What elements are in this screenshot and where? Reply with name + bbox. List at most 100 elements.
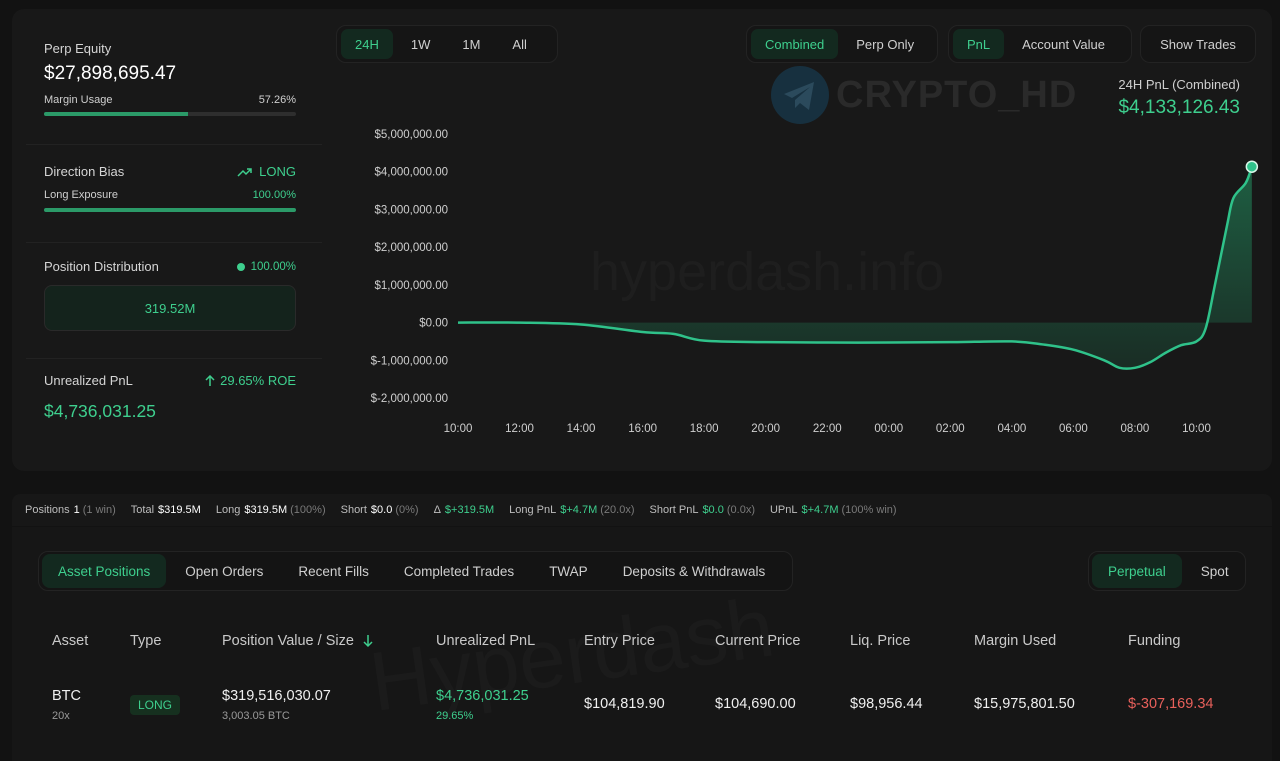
telegram-icon [771,66,829,124]
tab-twap[interactable]: TWAP [533,554,604,588]
metric-account-value[interactable]: Account Value [1008,29,1119,59]
roe-badge: 29.65% ROE [205,373,296,388]
position-value: $319,516,030.07 [222,688,331,704]
pnl-area [458,166,1252,369]
perp-equity-value: $27,898,695.47 [44,63,177,84]
x-tick-label: 10:00 [444,423,473,435]
x-tick-label: 00:00 [874,423,903,435]
stat-value: $+4.7M [560,504,598,516]
timeframe-24h[interactable]: 24H [341,29,393,59]
y-tick-label: $-2,000,000.00 [371,393,448,405]
divider [26,242,322,243]
tab-asset-positions[interactable]: Asset Positions [42,554,167,588]
position-type-badge: LONG [130,695,181,715]
arrow-up-icon [205,374,215,386]
tab-spot[interactable]: Spot [1185,554,1245,588]
entry-price: $104,819.90 [584,696,665,712]
col-header-position-value[interactable]: Position Value / Size [222,633,374,649]
stat-item: Short $0.0 (0%) [341,504,419,516]
stat-value: $+4.7M [801,504,839,516]
row-unrealized-pnl: $4,736,031.25 [436,688,529,704]
col-header-current-price[interactable]: Current Price [715,633,800,649]
stat-label: Δ [433,504,441,516]
margin-usage-bar [44,112,296,116]
position-distribution-total: 319.52M [144,300,196,316]
stat-item: Δ $+319.5M [434,504,495,516]
timeframe-1w[interactable]: 1W [397,29,445,59]
y-tick-label: $3,000,000.00 [374,204,448,216]
timeframe-all[interactable]: All [498,29,540,59]
position-distribution-label: Position Distribution [44,259,159,274]
stat-note: (0%) [395,504,419,516]
tab-open-orders[interactable]: Open Orders [169,554,279,588]
direction-bias-label: Direction Bias [44,164,125,179]
col-header-funding[interactable]: Funding [1128,633,1180,649]
stat-label: Long [215,504,241,516]
asset-leverage: 20x [52,710,70,722]
x-tick-label: 18:00 [690,423,719,435]
col-header-unrealized-pnl[interactable]: Unrealized PnL [436,633,535,649]
y-tick-label: $2,000,000.00 [374,242,448,254]
col-header-asset[interactable]: Asset [52,633,88,649]
stat-item: UPnL $+4.7M (100% win) [770,504,897,516]
watermark-logo-text: CRYPTO_HD [836,73,1078,116]
tab-completed-trades[interactable]: Completed Trades [388,554,530,588]
stat-value: $0.0 [702,504,724,516]
positions-stats-bar: Positions 1 (1 win) Total $319.5M Long $319.5M… [12,494,1272,526]
x-tick-label: 14:00 [567,423,596,435]
y-tick-label: $1,000,000.00 [374,280,448,292]
stat-note: (100% win) [841,504,897,516]
mode-perp-only[interactable]: Perp Only [842,29,928,59]
show-trades-button[interactable]: Show Trades [1140,25,1256,63]
unrealized-pnl-value: $4,736,031.25 [44,401,156,421]
current-price: $104,690.00 [715,696,796,712]
y-tick-label: $-1,000,000.00 [371,355,448,367]
funding: $-307,169.34 [1128,696,1214,712]
arrow-down-icon [363,635,373,648]
x-tick-label: 16:00 [628,423,657,435]
trend-up-icon [237,167,252,177]
col-header-margin-used[interactable]: Margin Used [974,633,1056,649]
position-size: 3,003.05 BTC [222,710,290,722]
row-unrealized-pct: 29.65% [436,710,474,722]
mode-combined[interactable]: Combined [751,29,839,59]
dot-icon [236,262,245,271]
margin-used: $15,975,801.50 [974,696,1075,712]
perp-equity-label: Perp Equity [44,41,112,56]
position-distribution-badge: 100.00% [236,260,296,273]
stat-label: Short PnL [649,504,699,516]
liq-price: $98,956.44 [850,696,923,712]
tab-perpetual[interactable]: Perpetual [1092,554,1182,588]
pnl-chart: $5,000,000.00 $4,000,000.00 $3,000,000.00 $… [371,129,1259,435]
y-tick-label: $0.00 [419,318,448,330]
stat-item: Long $319.5M (100%) [216,504,326,516]
stat-note: (100%) [290,504,326,516]
col-header-position-value-label: Position Value / Size [222,633,354,649]
asset-name: BTC [52,688,81,704]
tab-deposits-withdrawals[interactable]: Deposits & Withdrawals [607,554,782,588]
timeframe-1m[interactable]: 1M [448,29,494,59]
y-tick-label: $4,000,000.00 [374,167,448,179]
stat-value: $0.0 [370,504,393,516]
col-header-type[interactable]: Type [130,633,161,649]
unrealized-pnl-roe: 29.65% ROE [220,373,296,388]
stat-value: $+319.5M [444,504,495,516]
metric-pnl[interactable]: PnL [953,29,1005,59]
stat-note: (1 win) [82,504,116,516]
show-trades-label: Show Trades [1160,36,1236,52]
col-header-liq-price[interactable]: Liq. Price [850,633,910,649]
metric-selector: PnL Account Value [948,25,1132,63]
stat-item: Long PnL $+4.7M (20.0x) [509,504,634,516]
divider [26,144,322,145]
stat-label: Positions [25,504,70,516]
direction-bias-value: LONG [259,164,296,179]
tab-recent-fills[interactable]: Recent Fills [282,554,385,588]
margin-usage-label: Margin Usage [44,94,113,106]
x-tick-label: 06:00 [1059,423,1088,435]
col-header-entry-price[interactable]: Entry Price [584,633,655,649]
position-distribution-value: 100.00% [250,260,296,273]
stat-item: Short PnL $0.0 (0.0x) [650,504,755,516]
position-distribution-box[interactable]: 319.52M [44,285,296,331]
pnl-endpoint [1245,160,1259,173]
pnl-header: 24H PnL (Combined) $4,133,126.43 [1118,77,1240,119]
